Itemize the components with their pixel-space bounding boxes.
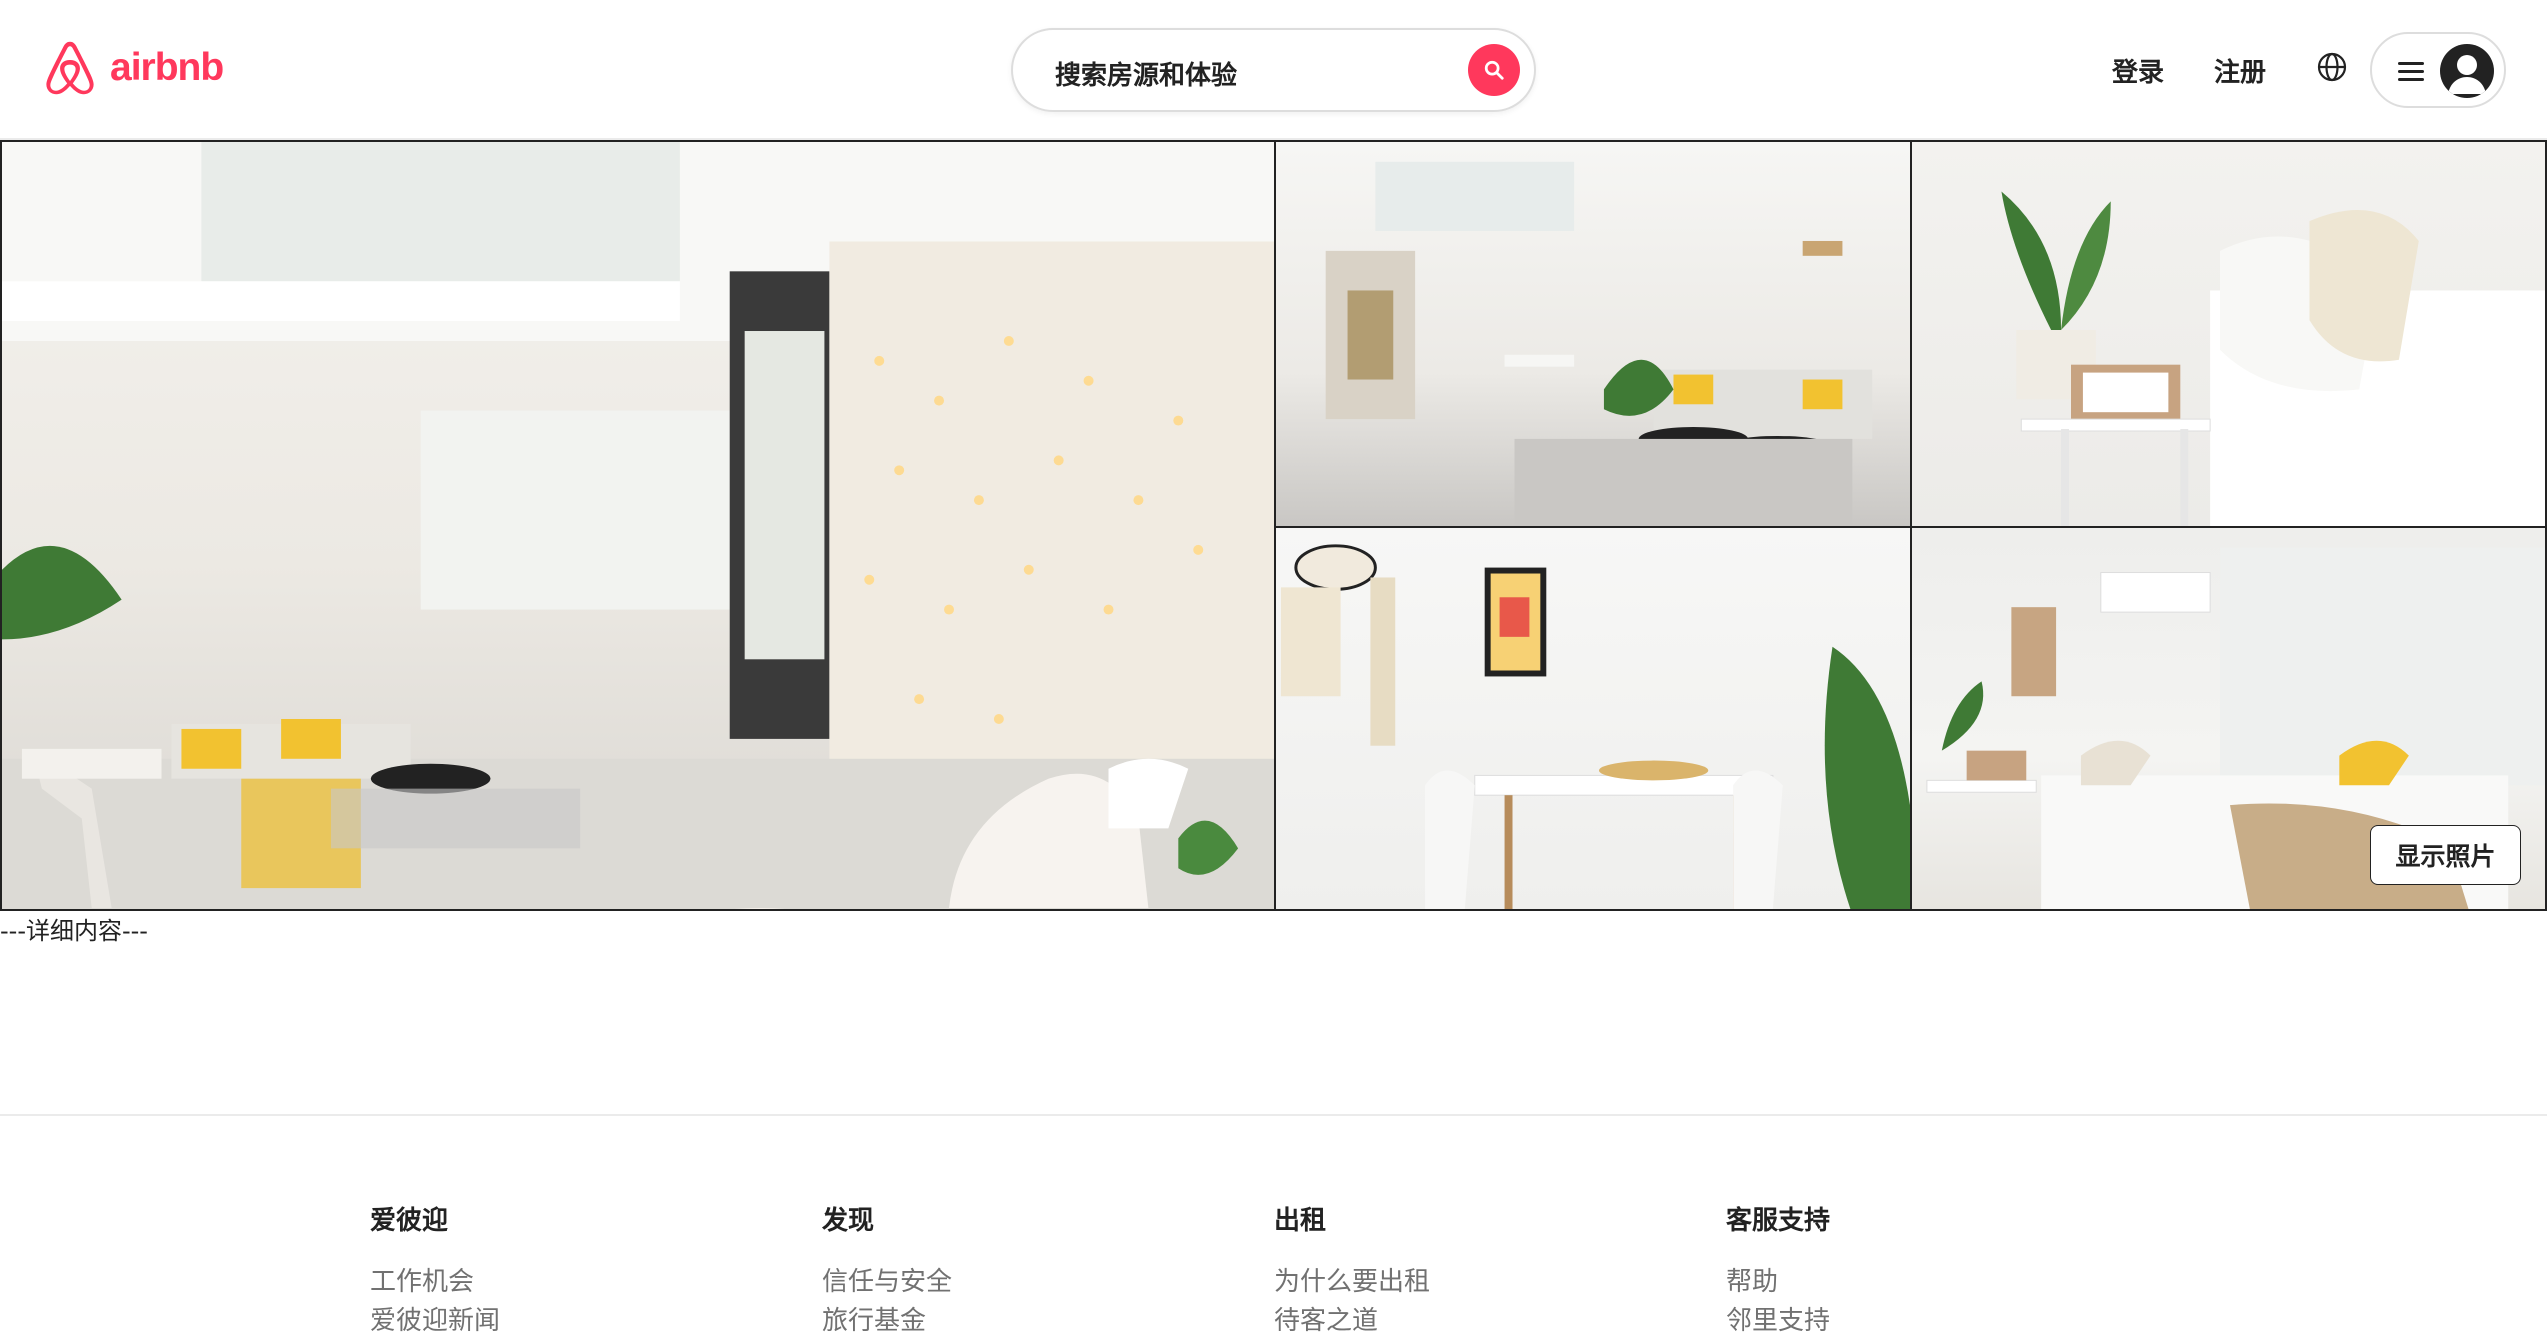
footer-link[interactable]: 信任与安全	[822, 1263, 952, 1302]
main-photo[interactable]	[0, 140, 1276, 911]
footer-column-title: 客服支持	[1726, 1206, 1831, 1236]
avatar-icon	[2440, 44, 2494, 98]
login-link[interactable]: 登录	[2112, 52, 2164, 89]
footer-link[interactable]: 待客之道	[1274, 1302, 1430, 1341]
hamburger-icon	[2398, 62, 2424, 82]
loft-illustration	[1325, 161, 1873, 526]
search-placeholder[interactable]: 搜索房源和体验	[1055, 55, 1237, 92]
logo-wordmark: airbnb	[110, 46, 224, 89]
gallery-photo-3[interactable]	[1274, 526, 1912, 911]
gallery-photo-2[interactable]	[1910, 140, 2547, 528]
top-header: airbnb 搜索房源和体验 登录 注册	[0, 0, 2547, 140]
footer-link[interactable]: 爱彼迎新闻	[370, 1302, 500, 1341]
footer-column-title: 出租	[1274, 1206, 1327, 1236]
signup-link[interactable]: 注册	[2214, 52, 2266, 89]
footer-link[interactable]: 工作机会	[370, 1263, 500, 1302]
footer-column-support: 客服支持 帮助 邻里支持	[1726, 1200, 1830, 1341]
footer-column-discover: 发现 信任与安全 旅行基金	[822, 1200, 952, 1341]
footer-column-hosting: 出租 为什么要出租 待客之道	[1274, 1200, 1430, 1341]
details-placeholder: ---详细内容---	[0, 917, 148, 945]
globe-icon[interactable]	[2316, 51, 2348, 83]
living-room-illustration	[2, 142, 1274, 909]
show-photos-button[interactable]: 显示照片	[2370, 825, 2521, 885]
site-footer: 爱彼迎 工作机会 爱彼迎新闻 发现 信任与安全 旅行基金 出租 为什么要出租 待…	[0, 1114, 2547, 1338]
dining-corner-illustration	[1280, 544, 1910, 909]
footer-link[interactable]: 帮助	[1726, 1263, 1830, 1302]
user-menu-button[interactable]	[2370, 32, 2506, 108]
footer-link[interactable]: 邻里支持	[1726, 1302, 1830, 1341]
footer-column-title: 发现	[822, 1206, 875, 1236]
footer-link[interactable]: 旅行基金	[822, 1302, 952, 1341]
airbnb-logo-icon	[46, 41, 94, 95]
footer-column-airbnb: 爱彼迎 工作机会 爱彼迎新闻	[370, 1200, 500, 1341]
search-icon	[1484, 60, 1504, 80]
search-bar[interactable]: 搜索房源和体验	[1011, 28, 1536, 112]
search-button[interactable]	[1468, 44, 1520, 96]
footer-column-title: 爱彼迎	[370, 1206, 449, 1236]
gallery-photo-1[interactable]	[1274, 140, 1912, 528]
footer-link[interactable]: 为什么要出租	[1274, 1263, 1430, 1302]
bedside-illustration	[2001, 191, 2545, 526]
airbnb-logo[interactable]: airbnb	[40, 38, 224, 98]
